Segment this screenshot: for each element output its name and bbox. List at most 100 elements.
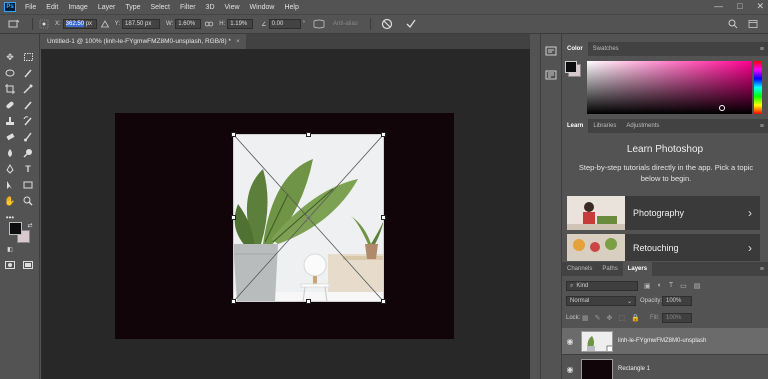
panel-menu-icon[interactable]: ≡: [760, 46, 764, 53]
transform-handle-top-right[interactable]: [381, 132, 386, 137]
healing-brush-tool-icon[interactable]: [4, 100, 16, 110]
hue-slider[interactable]: [754, 61, 762, 114]
default-colors-icon[interactable]: ◧: [4, 244, 16, 254]
crop-tool-icon[interactable]: [4, 84, 16, 94]
document-tab[interactable]: Untitled-1 @ 100% (linh-le-FYgmwFMZ8M0-u…: [41, 34, 246, 49]
stamp-tool-icon[interactable]: [4, 116, 16, 126]
gradient-tool-icon[interactable]: [22, 132, 34, 142]
brush-tool-icon[interactable]: [22, 100, 34, 110]
transform-pivot-point[interactable]: [306, 215, 312, 221]
marquee-tool-icon[interactable]: [22, 52, 34, 62]
blur-tool-icon[interactable]: [4, 148, 16, 158]
layer-kind-filter[interactable]: ⌕ Kind: [566, 281, 638, 291]
commit-transform-icon[interactable]: [405, 18, 417, 30]
pen-tool-icon[interactable]: [4, 164, 16, 174]
menu-window[interactable]: Window: [245, 4, 280, 11]
angle-input[interactable]: 0.00: [268, 19, 301, 29]
opacity-input[interactable]: 100%: [662, 296, 692, 306]
swap-colors-icon[interactable]: ⇄: [24, 220, 36, 230]
type-filter-icon[interactable]: T: [669, 282, 673, 290]
quick-mask-icon[interactable]: [4, 260, 16, 270]
menu-filter[interactable]: Filter: [175, 4, 201, 11]
cancel-transform-icon[interactable]: [381, 18, 393, 30]
tab-swatches[interactable]: Swatches: [588, 42, 624, 56]
menu-type[interactable]: Type: [120, 4, 145, 11]
close-icon[interactable]: ✕: [756, 1, 764, 12]
layer-row-rectangle[interactable]: ◉ Rectangle 1: [562, 356, 768, 379]
transform-handle-bottom-left[interactable]: [231, 299, 236, 304]
menu-image[interactable]: Image: [63, 4, 92, 11]
lasso-tool-icon[interactable]: [4, 68, 16, 78]
learn-card-retouching[interactable]: Retouching ›: [567, 234, 760, 261]
tab-color[interactable]: Color: [562, 42, 588, 56]
screen-mode-icon[interactable]: [22, 260, 34, 270]
lock-pixels-icon[interactable]: ✎: [595, 314, 601, 322]
transform-handle-bottom[interactable]: [306, 299, 311, 304]
close-tab-icon[interactable]: ×: [236, 38, 240, 45]
panel-menu-icon[interactable]: ≡: [760, 266, 764, 273]
smart-object-filter-icon[interactable]: ▤: [694, 282, 701, 290]
link-icon[interactable]: [204, 19, 214, 29]
history-panel-icon[interactable]: [545, 46, 557, 58]
maximize-icon[interactable]: □: [737, 1, 742, 12]
tab-paths[interactable]: Paths: [597, 262, 622, 276]
learn-card-photography[interactable]: Photography ›: [567, 196, 760, 230]
lock-all-icon[interactable]: 🔒: [631, 314, 640, 322]
tab-channels[interactable]: Channels: [562, 262, 597, 276]
more-tools-icon[interactable]: •••: [4, 212, 16, 222]
adjustment-filter-icon[interactable]: ◐: [658, 282, 662, 290]
zoom-tool-icon[interactable]: [22, 196, 34, 206]
transform-handle-right[interactable]: [381, 215, 386, 220]
path-select-tool-icon[interactable]: [4, 180, 16, 190]
eyedropper-tool-icon[interactable]: [22, 84, 34, 94]
history-brush-tool-icon[interactable]: [22, 116, 34, 126]
menu-3d[interactable]: 3D: [201, 4, 220, 11]
x-input[interactable]: 362.50 px: [62, 19, 97, 29]
lock-position-icon[interactable]: ✥: [607, 314, 613, 322]
foreground-color-swatch[interactable]: [9, 222, 22, 235]
color-picker-cursor[interactable]: [719, 105, 725, 111]
transform-handle-left[interactable]: [231, 215, 236, 220]
move-tool-icon[interactable]: ✥: [4, 52, 16, 62]
properties-panel-icon[interactable]: [545, 70, 557, 82]
pixel-filter-icon[interactable]: ▣: [644, 282, 651, 290]
width-input[interactable]: 1.60%: [175, 19, 202, 29]
height-input[interactable]: 1.19%: [227, 19, 254, 29]
lock-artboard-icon[interactable]: ⬚: [618, 314, 625, 322]
document-canvas[interactable]: [115, 113, 454, 339]
warp-icon[interactable]: [313, 19, 325, 29]
menu-help[interactable]: Help: [279, 4, 303, 11]
tab-libraries[interactable]: Libraries: [588, 119, 621, 133]
menu-select[interactable]: Select: [146, 4, 175, 11]
transform-handle-bottom-right[interactable]: [381, 299, 386, 304]
blend-mode-select[interactable]: Normal ⌄: [566, 296, 636, 306]
canvas-area[interactable]: [41, 49, 530, 379]
transform-handle-top[interactable]: [306, 132, 311, 137]
fill-input[interactable]: 100%: [662, 313, 692, 323]
menu-file[interactable]: File: [20, 4, 41, 11]
menu-edit[interactable]: Edit: [41, 4, 63, 11]
type-tool-icon[interactable]: T: [22, 164, 34, 174]
workspace-icon[interactable]: [748, 19, 758, 29]
color-panel-fg-swatch[interactable]: [565, 61, 577, 73]
tab-layers[interactable]: Layers: [622, 262, 653, 276]
transform-tool-icon[interactable]: [8, 19, 20, 29]
hand-tool-icon[interactable]: ✋: [4, 196, 16, 206]
quick-select-tool-icon[interactable]: [22, 68, 34, 78]
rectangle-tool-icon[interactable]: [22, 180, 34, 190]
lock-transparency-icon[interactable]: ▦: [582, 314, 589, 322]
tab-learn[interactable]: Learn: [562, 119, 589, 133]
dodge-tool-icon[interactable]: [22, 148, 34, 158]
transform-handle-top-left[interactable]: [231, 132, 236, 137]
y-input[interactable]: 187.50 px: [122, 19, 161, 29]
triangle-delta-icon[interactable]: [100, 19, 110, 29]
menu-layer[interactable]: Layer: [93, 4, 121, 11]
reference-point-icon[interactable]: [39, 19, 49, 29]
color-picker-field[interactable]: [587, 61, 752, 114]
layer-row-photo[interactable]: ◉ linh-le-FYgmwFMZ8M0-unsplash: [562, 328, 768, 355]
tab-adjustments[interactable]: Adjustments: [621, 119, 664, 133]
eraser-tool-icon[interactable]: [4, 132, 16, 142]
menu-view[interactable]: View: [220, 4, 245, 11]
search-icon[interactable]: [728, 19, 738, 29]
visibility-eye-icon[interactable]: ◉: [562, 337, 578, 346]
